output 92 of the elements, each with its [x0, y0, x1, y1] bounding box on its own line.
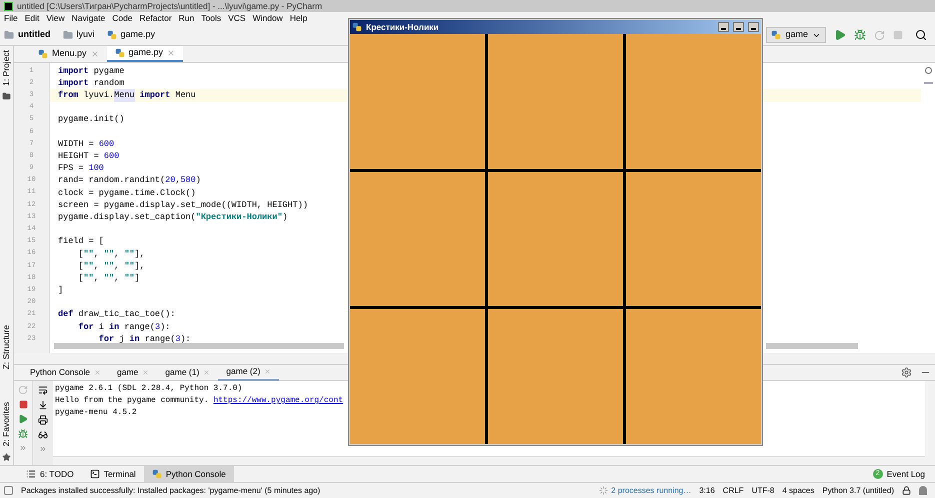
search-icon[interactable] — [915, 29, 927, 41]
run-icon[interactable] — [834, 29, 846, 41]
terminal-icon — [90, 469, 100, 479]
close-icon[interactable] — [167, 49, 176, 57]
close-icon[interactable] — [264, 368, 272, 375]
glasses-icon[interactable] — [38, 430, 48, 440]
status-item[interactable]: 4 spaces — [782, 484, 814, 496]
close-icon[interactable] — [90, 50, 99, 58]
status-item[interactable]: 3:16 — [699, 484, 715, 496]
status-item[interactable]: Python 3.7 (untitled) — [822, 484, 894, 496]
menu-item[interactable]: VCS — [228, 14, 246, 23]
breadcrumb[interactable]: game.py — [106, 28, 156, 42]
game-window-title: Крестики-Нолики — [366, 22, 439, 32]
tool-tab[interactable]: 2: Favorites — [0, 402, 13, 447]
close-button[interactable] — [748, 22, 759, 32]
tool-tab[interactable]: Z: Structure — [0, 325, 13, 370]
board-cell[interactable] — [488, 309, 623, 444]
menu-item[interactable]: Help — [290, 14, 308, 23]
menu-item[interactable]: Code — [112, 14, 133, 23]
run-tab[interactable]: game — [109, 364, 158, 380]
status-item[interactable]: UTF-8 — [752, 484, 774, 496]
close-icon[interactable] — [94, 369, 102, 376]
menu-item[interactable]: File — [4, 14, 18, 23]
run-tab[interactable]: Python Console — [22, 364, 110, 380]
lock-icon[interactable] — [902, 486, 911, 495]
tool-tab[interactable]: 1: Project — [0, 50, 13, 86]
board-cell[interactable] — [488, 172, 623, 306]
menu-item[interactable]: Run — [178, 14, 194, 23]
board-cell[interactable] — [626, 172, 761, 306]
console-line: pygame 2.6.1 (SDL 2.28.4, Python 3.7.0) — [55, 383, 244, 395]
board-cell[interactable] — [626, 309, 761, 444]
star-icon — [2, 452, 11, 461]
python-icon — [771, 30, 782, 40]
marker — [924, 82, 932, 84]
maximize-button[interactable] — [733, 22, 744, 32]
python-file-icon — [114, 48, 125, 58]
python-file-icon — [106, 30, 117, 40]
status-icon — [4, 486, 13, 495]
run-tab[interactable]: game (1) — [157, 364, 218, 380]
run-config-dropdown[interactable]: game — [766, 27, 826, 43]
bug-icon[interactable] — [854, 29, 866, 41]
menu-item[interactable]: Tools — [201, 14, 222, 23]
status-message: Packages installed successfully: Installed packages: 'pygame-menu' (5 minutes ago) — [21, 484, 320, 496]
inspector-icon[interactable] — [919, 486, 927, 495]
python-icon — [152, 469, 162, 479]
minimize-button[interactable] — [718, 22, 729, 32]
tool-window-tab[interactable]: Terminal — [82, 466, 144, 482]
status-item[interactable]: CRLF — [722, 484, 744, 496]
horizontal-scrollbar[interactable] — [54, 343, 344, 349]
menu-item[interactable]: Refactor — [140, 14, 172, 23]
tool-window-tab[interactable]: 6: TODO — [18, 466, 82, 482]
python-file-icon — [38, 49, 48, 59]
board-cell[interactable] — [626, 34, 761, 169]
more-icon[interactable] — [39, 445, 47, 453]
menu-item[interactable]: Edit — [24, 14, 40, 23]
board-cell[interactable] — [350, 34, 485, 169]
list-icon — [26, 469, 36, 479]
editor-tab[interactable]: game.py — [106, 46, 184, 62]
folder-icon — [4, 30, 14, 40]
board-cell[interactable] — [350, 309, 485, 444]
editor-tab[interactable]: Menu.py — [30, 46, 107, 62]
processes-link[interactable]: 2 processes running… — [611, 484, 692, 496]
run-icon[interactable] — [18, 414, 28, 424]
board-cell[interactable] — [488, 34, 623, 169]
menu-item[interactable]: View — [46, 14, 65, 23]
folder-icon — [2, 92, 11, 100]
close-icon[interactable] — [142, 369, 150, 376]
print-icon[interactable] — [38, 415, 48, 425]
console-line: pygame-menu 4.5.2 — [55, 407, 138, 419]
stop-icon[interactable] — [18, 400, 28, 409]
rerun-icon[interactable] — [18, 385, 28, 395]
breadcrumb[interactable]: lyuvi — [62, 28, 95, 42]
menu-item[interactable]: Navigate — [72, 14, 106, 23]
coverage-icon[interactable] — [874, 30, 885, 40]
app-icon — [4, 2, 13, 10]
inspection-icon — [924, 67, 932, 74]
bug-icon[interactable] — [18, 429, 28, 439]
close-icon[interactable] — [203, 369, 210, 376]
spinner-icon — [599, 486, 608, 495]
settings-icon[interactable] — [901, 367, 912, 378]
menu-item[interactable]: Window — [252, 14, 283, 23]
window-title: untitled [C:\Users\Тигран\PycharmProjects\untitled] - ...\lyuvi\game.py - PyCharm — [17, 2, 322, 10]
soft-wrap-icon[interactable] — [38, 385, 48, 395]
snake-icon — [352, 22, 362, 32]
console-link[interactable]: https://www.pygame.org/cont — [213, 395, 344, 407]
tool-window-tab[interactable]: Python Console — [144, 466, 234, 482]
folder-icon — [62, 30, 72, 40]
more-icon[interactable] — [19, 444, 27, 452]
scroll-to-end-icon[interactable] — [38, 400, 48, 410]
breadcrumb[interactable]: untitled — [4, 28, 50, 42]
board-cell[interactable] — [350, 172, 485, 306]
horizontal-scrollbar[interactable] — [766, 343, 858, 349]
